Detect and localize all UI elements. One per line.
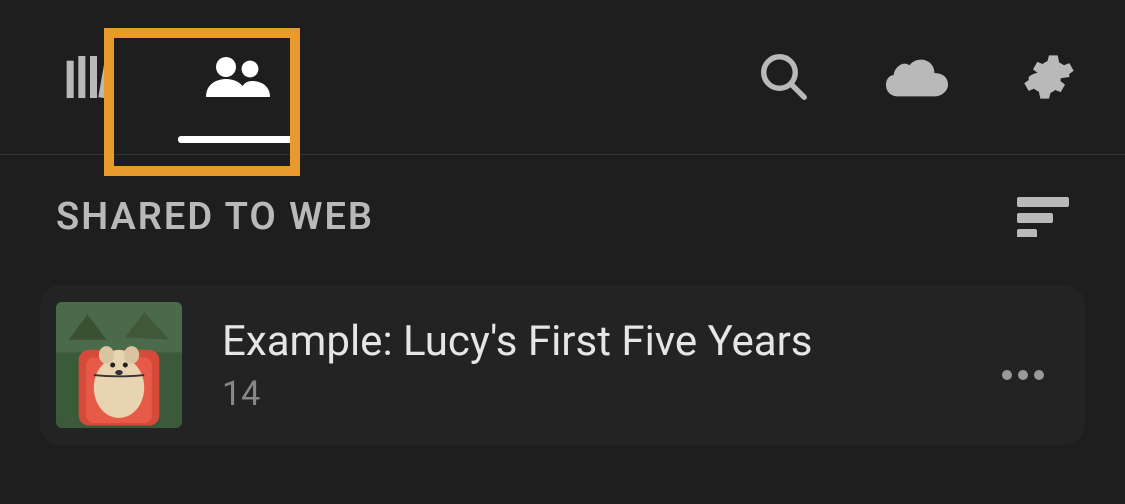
sort-button[interactable] [1017,197,1069,237]
album-count: 14 [222,374,981,414]
section-title: SHARED TO WEB [56,195,374,239]
tab-active-underline [178,136,298,143]
album-thumbnail [56,302,182,428]
people-icon [202,49,274,105]
more-icon [1001,369,1045,381]
album-text: Example: Lucy's First Five Years 14 [222,317,981,414]
search-icon [757,50,811,104]
top-nav-bar [0,0,1125,155]
settings-button[interactable] [1023,51,1075,103]
right-icons [757,50,1085,104]
album-more-button[interactable] [981,349,1045,381]
sort-icon [1017,197,1069,237]
album-title: Example: Lucy's First Five Years [222,317,981,366]
tab-library[interactable] [40,0,140,154]
cloud-button[interactable] [886,55,948,99]
album-row[interactable]: Example: Lucy's First Five Years 14 [40,285,1085,445]
tab-shared[interactable] [140,0,336,155]
library-icon [62,49,118,105]
section-header: SHARED TO WEB [0,155,1125,255]
gear-icon [1023,51,1075,103]
left-tabs [40,0,336,154]
cloud-icon [886,55,948,99]
search-button[interactable] [757,50,811,104]
